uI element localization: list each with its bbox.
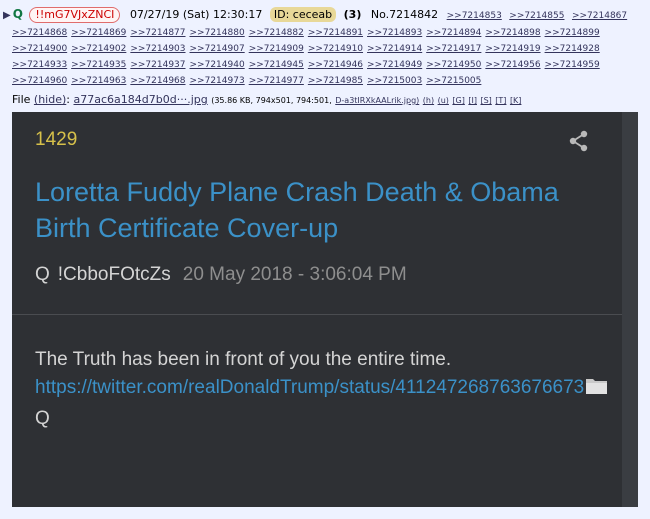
hide-file-link[interactable]: (hide): [34, 93, 66, 106]
reply-link[interactable]: >>7214935: [71, 60, 126, 70]
divider: [12, 314, 622, 315]
drop-tripcode: !CbboFOtcZs: [57, 264, 171, 285]
drop-title: Loretta Fuddy Plane Crash Death & Obama …: [35, 177, 559, 243]
reply-link[interactable]: >>7214933: [12, 60, 67, 70]
reply-link[interactable]: >>7214959: [545, 60, 600, 70]
file-link-t[interactable]: [T]: [495, 96, 506, 105]
folder-icon: [585, 376, 609, 405]
reply-link[interactable]: >>7214891: [308, 28, 363, 38]
reply-link[interactable]: >>7214899: [545, 28, 600, 38]
reply-link[interactable]: >>7214882: [249, 28, 304, 38]
reply-link[interactable]: >>7214977: [249, 76, 304, 86]
file-link-s[interactable]: [S]: [480, 96, 491, 105]
reply-links-row-2: >>7214868 >>7214869 >>7214877 >>7214880 >>72…: [12, 27, 646, 39]
reply-link[interactable]: >>7214960: [12, 76, 67, 86]
reply-link[interactable]: >>7214894: [426, 28, 481, 38]
poster-name: Q: [12, 7, 23, 21]
reply-link[interactable]: >>7214914: [367, 44, 422, 54]
drop-body: The Truth has been in front of you the e…: [35, 346, 610, 433]
reply-link[interactable]: >>7214867: [572, 11, 627, 21]
reply-link[interactable]: >>7214898: [485, 28, 540, 38]
reply-links-row-5: >>7214960 >>7214963 >>7214968 >>7214973 >>72…: [12, 75, 646, 87]
reply-link[interactable]: >>7214909: [249, 44, 304, 54]
reply-link[interactable]: >>7214956: [485, 60, 540, 70]
drop-author: Q: [35, 264, 50, 285]
reply-link[interactable]: >>7215003: [367, 76, 422, 86]
reply-link[interactable]: >>7214902: [71, 44, 126, 54]
reply-link[interactable]: >>7214940: [190, 60, 245, 70]
post-count: (3): [343, 8, 362, 21]
drop-number: 1429: [35, 129, 78, 150]
file-link-i[interactable]: [I]: [468, 96, 477, 105]
reply-links-row-3: >>7214900 >>7214902 >>7214903 >>7214907 >>72…: [12, 43, 646, 55]
reply-links-row-1: >>7214853 >>7214855 >>7214867: [447, 8, 632, 21]
original-filename[interactable]: D-a3tIRXkAALrik.jpg): [335, 96, 419, 105]
reply-link[interactable]: >>7214900: [12, 44, 67, 54]
drop-byline: Q !CbboFOtcZs 20 May 2018 - 3:06:04 PM: [35, 264, 407, 286]
reply-link[interactable]: >>7214853: [447, 11, 502, 21]
reply-link[interactable]: >>7214928: [545, 44, 600, 54]
reply-link[interactable]: >>7214907: [190, 44, 245, 54]
reply-link[interactable]: >>7214880: [190, 28, 245, 38]
file-link-u[interactable]: (u): [438, 96, 449, 105]
post-number[interactable]: No.7214842: [371, 8, 438, 21]
reply-links-row-4: >>7214933 >>7214935 >>7214937 >>7214940 >>72…: [12, 59, 646, 71]
post-datetime: 07/27/19 (Sat) 12:30:17: [129, 8, 263, 21]
reply-link[interactable]: >>7214950: [426, 60, 481, 70]
reply-link[interactable]: >>7214968: [130, 76, 185, 86]
reply-link[interactable]: >>7214985: [308, 76, 363, 86]
post-header: ▶ Q !!mG7VJxZNCI 07/27/19 (Sat) 12:30:17 …: [3, 5, 647, 26]
reply-link[interactable]: >>7214910: [308, 44, 363, 54]
reply-link[interactable]: >>7214893: [367, 28, 422, 38]
scroll-rail: [622, 112, 638, 507]
reply-link[interactable]: >>7214869: [71, 28, 126, 38]
file-meta: (35.86 KB, 794x501, 794:501,: [211, 96, 332, 105]
drop-link: https://twitter.com/realDonaldTrump/stat…: [35, 377, 585, 398]
reply-link[interactable]: >>7214877: [130, 28, 185, 38]
reply-link[interactable]: >>7214917: [426, 44, 481, 54]
file-name-link[interactable]: a77ac6a184d7b0d···.jpg: [74, 93, 208, 106]
reply-link[interactable]: >>7214945: [249, 60, 304, 70]
drop-signature: Q: [35, 408, 50, 429]
file-link-g[interactable]: [G]: [452, 96, 464, 105]
reply-link[interactable]: >>7214937: [130, 60, 185, 70]
reply-link[interactable]: >>7214855: [509, 11, 564, 21]
reply-link[interactable]: >>7214919: [485, 44, 540, 54]
file-link-h[interactable]: (h): [423, 96, 434, 105]
reply-link[interactable]: >>7214963: [71, 76, 126, 86]
reply-link[interactable]: >>7214868: [12, 28, 67, 38]
share-icon: [568, 130, 590, 155]
poster-id[interactable]: ID: ceceab: [269, 7, 337, 22]
file-info: File (hide): a77ac6a184d7b0d···.jpg (35.…: [12, 93, 522, 106]
drop-body-line: The Truth has been in front of you the e…: [35, 349, 452, 370]
collapse-arrow-icon[interactable]: ▶: [3, 10, 11, 21]
reply-link[interactable]: >>7214903: [130, 44, 185, 54]
reply-link[interactable]: >>7214946: [308, 60, 363, 70]
reply-link[interactable]: >>7214949: [367, 60, 422, 70]
attached-image[interactable]: 1429 Loretta Fuddy Plane Crash Death & O…: [12, 112, 638, 507]
reply-link[interactable]: >>7214973: [190, 76, 245, 86]
reply-link[interactable]: >>7215005: [426, 76, 481, 86]
file-link-k[interactable]: [K]: [510, 96, 522, 105]
file-label: File: [12, 93, 31, 106]
tripcode-badge: !!mG7VJxZNCI: [29, 7, 121, 23]
drop-timestamp: 20 May 2018 - 3:06:04 PM: [182, 264, 407, 285]
